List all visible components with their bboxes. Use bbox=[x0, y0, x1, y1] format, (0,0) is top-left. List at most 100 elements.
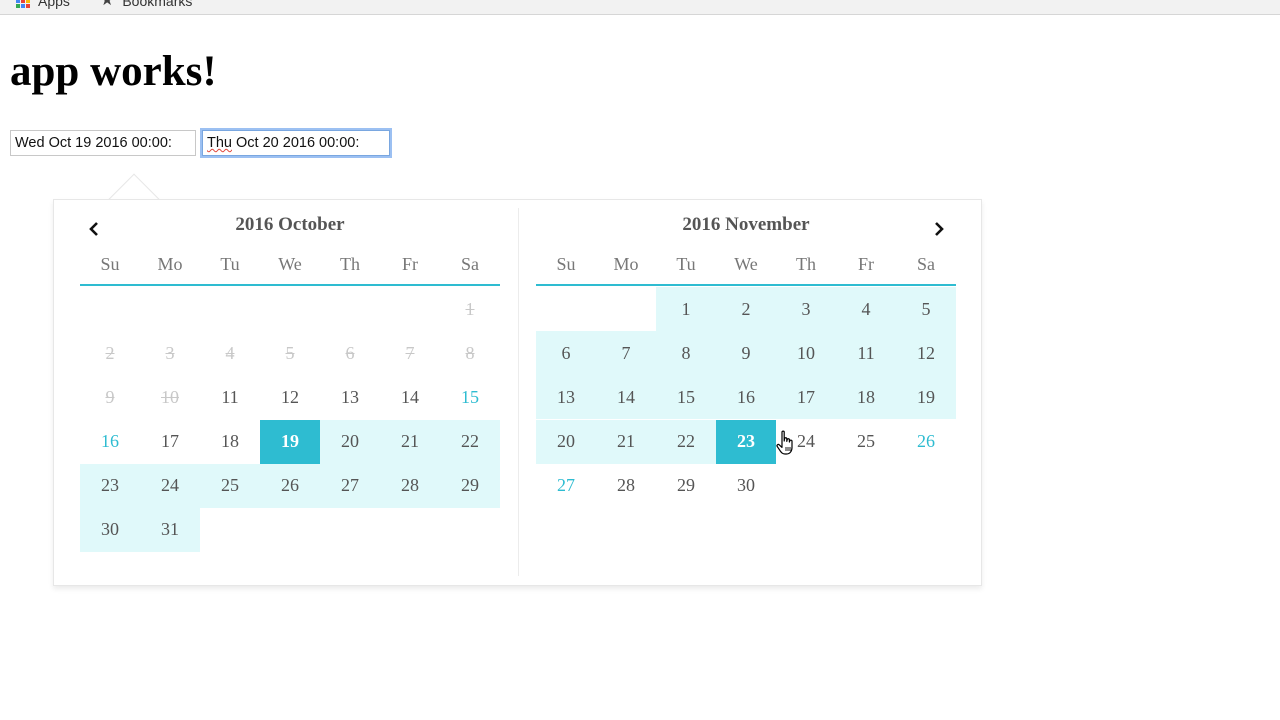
day-cell[interactable]: 13 bbox=[320, 375, 380, 419]
bookmark-bookmarks[interactable]: ★ Bookmarks bbox=[100, 0, 192, 11]
bookmarks-bar: Apps ★ Bookmarks bbox=[0, 0, 1280, 15]
day-cell[interactable]: 26 bbox=[896, 420, 956, 464]
day-cell[interactable]: 27 bbox=[320, 463, 380, 508]
bookmark-apps[interactable]: Apps bbox=[16, 0, 70, 11]
day-cell[interactable]: 30 bbox=[716, 464, 776, 508]
day-cell[interactable]: 16 bbox=[716, 375, 776, 420]
day-cell: 2 bbox=[105, 342, 115, 363]
day-grid: 1 2 3 4 5 6 7 8 9 10 11 12 13 14 15 16 17 18 19 20 21 22 23 24 2… bbox=[80, 287, 500, 552]
day-cell[interactable]: 30 bbox=[80, 507, 140, 552]
end-date-text: Oct 20 2016 00:00: bbox=[232, 135, 360, 151]
day-cell[interactable]: 6 bbox=[536, 331, 596, 376]
day-cell[interactable]: 19 bbox=[896, 375, 956, 420]
empty-day-cell bbox=[200, 508, 260, 552]
weekday-label: Tu bbox=[220, 254, 240, 274]
day-cell[interactable]: 28 bbox=[380, 463, 440, 508]
day-cell[interactable]: 25 bbox=[836, 420, 896, 464]
weekday-label: Th bbox=[796, 254, 816, 274]
day-cell: 4 bbox=[225, 342, 235, 363]
day-cell[interactable]: 26 bbox=[260, 463, 320, 508]
weekday-header: Su Mo Tu We Th Fr Sa bbox=[536, 252, 956, 286]
start-date-input[interactable]: Wed Oct 19 2016 00:00: bbox=[10, 130, 196, 156]
date-range-picker: 2016 October Su Mo Tu We Th Fr Sa 123456… bbox=[53, 199, 982, 586]
day-cell[interactable]: 10 bbox=[776, 331, 836, 376]
day-cell[interactable]: 9 bbox=[716, 331, 776, 376]
day-cell[interactable]: 24 bbox=[776, 420, 836, 464]
day-cell[interactable]: 20 bbox=[320, 419, 380, 464]
day-cell[interactable]: 15 bbox=[440, 375, 500, 419]
day-cell[interactable]: 20 bbox=[536, 419, 596, 464]
day-cell[interactable]: 11 bbox=[200, 375, 260, 419]
day-cell[interactable]: 3 bbox=[776, 287, 836, 331]
empty-day-cell bbox=[596, 287, 656, 331]
week-row: 9 10 11 12 13 14 15 bbox=[80, 375, 500, 419]
empty-day-cell bbox=[836, 464, 896, 508]
day-cell[interactable]: 22 bbox=[656, 419, 716, 464]
apps-grid-icon bbox=[16, 0, 30, 8]
day-cell[interactable]: 23 bbox=[80, 463, 140, 508]
day-cell[interactable]: 11 bbox=[836, 331, 896, 376]
day-cell[interactable]: 14 bbox=[380, 375, 440, 419]
day-cell[interactable]: 17 bbox=[776, 375, 836, 420]
week-row: 16 17 18 19 20 21 22 bbox=[80, 419, 500, 464]
empty-day-cell bbox=[320, 287, 380, 331]
weekday-label: We bbox=[278, 254, 302, 274]
day-cell: 9 bbox=[105, 386, 115, 407]
day-cell[interactable]: 29 bbox=[656, 464, 716, 508]
empty-day-cell bbox=[896, 464, 956, 508]
day-cell-selected[interactable]: 19 bbox=[260, 419, 320, 464]
week-row: 2 3 4 5 6 7 8 bbox=[80, 331, 500, 375]
day-cell[interactable]: 18 bbox=[836, 375, 896, 420]
star-icon: ★ bbox=[100, 0, 115, 9]
weekday-header: Su Mo Tu We Th Fr Sa bbox=[80, 252, 500, 286]
day-cell[interactable]: 22 bbox=[440, 419, 500, 464]
empty-day-cell bbox=[260, 508, 320, 552]
day-cell: 6 bbox=[345, 342, 355, 363]
day-cell[interactable]: 31 bbox=[140, 507, 200, 552]
day-cell: 5 bbox=[285, 342, 295, 363]
day-cell[interactable]: 13 bbox=[536, 375, 596, 420]
month-divider bbox=[518, 208, 519, 576]
spellcheck-word: Thu bbox=[207, 135, 232, 151]
week-row: 23 24 25 26 27 28 29 bbox=[80, 463, 500, 508]
weekday-label: We bbox=[734, 254, 758, 274]
day-cell[interactable]: 25 bbox=[200, 463, 260, 508]
weekday-label: Su bbox=[100, 254, 120, 274]
day-cell[interactable]: 21 bbox=[596, 419, 656, 464]
day-cell[interactable]: 17 bbox=[140, 420, 200, 464]
empty-day-cell bbox=[200, 287, 260, 331]
weekday-label: Fr bbox=[401, 254, 418, 274]
day-cell[interactable]: 5 bbox=[896, 287, 956, 331]
day-cell[interactable]: 2 bbox=[716, 287, 776, 331]
week-row: 6 7 8 9 10 11 12 bbox=[536, 331, 956, 376]
day-cell[interactable]: 12 bbox=[260, 375, 320, 419]
week-row: 13 14 15 16 17 18 19 bbox=[536, 375, 956, 420]
day-cell[interactable]: 18 bbox=[200, 420, 260, 464]
day-cell[interactable]: 12 bbox=[896, 331, 956, 376]
day-cell[interactable]: 24 bbox=[140, 463, 200, 508]
day-cell[interactable]: 21 bbox=[380, 419, 440, 464]
empty-day-cell bbox=[80, 287, 140, 331]
day-cell[interactable]: 15 bbox=[656, 375, 716, 420]
day-cell[interactable]: 1 bbox=[656, 287, 716, 331]
empty-day-cell bbox=[260, 287, 320, 331]
empty-day-cell bbox=[536, 287, 596, 331]
week-row: 30 31 bbox=[80, 507, 500, 552]
day-cell[interactable]: 14 bbox=[596, 375, 656, 420]
day-cell[interactable]: 28 bbox=[596, 464, 656, 508]
day-cell: 3 bbox=[165, 342, 175, 363]
day-cell[interactable]: 4 bbox=[836, 287, 896, 331]
day-cell[interactable]: 16 bbox=[80, 420, 140, 464]
day-cell[interactable]: 29 bbox=[440, 463, 500, 508]
weekday-label: Mo bbox=[157, 254, 183, 274]
weekday-label: Sa bbox=[461, 254, 479, 274]
week-row: 20 21 22 23 24 25 26 bbox=[536, 419, 956, 464]
day-cell[interactable]: 8 bbox=[656, 331, 716, 376]
bookmark-bookmarks-label: Bookmarks bbox=[122, 0, 193, 9]
day-cell[interactable]: 27 bbox=[536, 464, 596, 508]
day-cell-selected[interactable]: 23 bbox=[716, 419, 776, 464]
end-date-input[interactable]: Thu Oct 20 2016 00:00: bbox=[202, 130, 390, 156]
weekday-label: Mo bbox=[613, 254, 639, 274]
day-cell[interactable]: 7 bbox=[596, 331, 656, 376]
picker-pointer-cover bbox=[100, 200, 170, 220]
